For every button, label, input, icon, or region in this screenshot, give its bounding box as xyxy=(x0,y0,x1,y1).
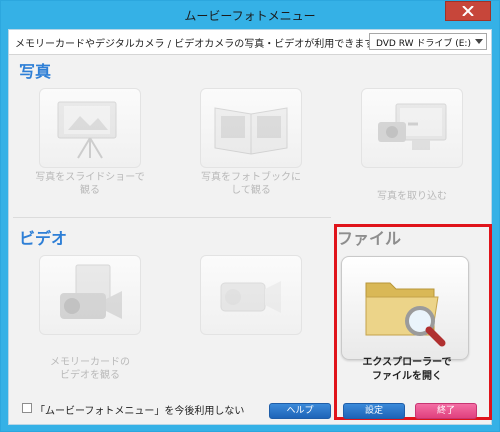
drive-bar: メモリーカードやデジタルカメラ / ビデオカメラの写真・ビデオが利用できます。ド… xyxy=(9,30,491,55)
video-section-title: ビデオ xyxy=(19,229,68,248)
import-photo-to-pc-icon xyxy=(378,103,447,150)
slideshow-tile[interactable] xyxy=(39,88,141,168)
memory-card-video-label-line2: ビデオを観る xyxy=(60,370,120,381)
video-camera-icon xyxy=(220,281,281,313)
close-icon xyxy=(462,6,474,16)
photo-section-title: 写真 xyxy=(19,62,52,81)
quit-button[interactable]: 終了 xyxy=(415,403,477,419)
highlight-box xyxy=(334,224,492,420)
chevron-down-icon xyxy=(475,39,483,44)
slideshow-label-line2: 観る xyxy=(80,185,100,196)
help-button[interactable]: ヘルプ xyxy=(269,403,331,419)
import-photo-label-line1: 写真を取り込む xyxy=(377,191,447,202)
slideshow-label: 写真をスライドショーで 観る xyxy=(20,171,160,197)
memory-card-video-label-line1: メモリーカードの xyxy=(50,357,130,368)
window-title: ムービーフォトメニュー xyxy=(184,9,316,23)
import-photo-tile[interactable] xyxy=(361,88,463,168)
slideshow-label-line1: 写真をスライドショーで xyxy=(35,172,145,183)
drive-dropdown[interactable]: DVD RW ドライブ (E:) xyxy=(369,33,487,50)
photobook-label-line1: 写真をフォトブックに xyxy=(201,172,301,183)
title-bar[interactable]: ムービーフォトメニュー xyxy=(1,1,499,29)
memory-card-video-camera-icon xyxy=(60,264,122,319)
memory-card-video-tile[interactable] xyxy=(39,255,141,335)
import-photo-label: 写真を取り込む xyxy=(342,190,482,203)
dont-use-checkbox[interactable] xyxy=(22,403,32,413)
dont-use-checkbox-label[interactable]: 「ムービーフォトメニュー」を今後利用しない xyxy=(35,402,244,417)
app-window: ムービーフォトメニュー メモリーカードやデジタルカメラ / ビデオカメラの写真・… xyxy=(0,0,500,432)
close-button[interactable] xyxy=(445,1,491,21)
photobook-label-line2: して観る xyxy=(231,185,271,196)
video-camera-tile[interactable] xyxy=(200,255,302,335)
slideshow-projector-icon xyxy=(57,101,117,159)
photo-book-icon xyxy=(214,107,288,155)
drive-selected-value: DVD RW ドライブ (E:) xyxy=(376,39,471,49)
memory-card-video-label: メモリーカードの ビデオを観る xyxy=(20,356,160,382)
photobook-tile[interactable] xyxy=(200,88,302,168)
settings-button[interactable]: 設定 xyxy=(343,403,405,419)
section-divider xyxy=(13,217,331,218)
photobook-label: 写真をフォトブックに して観る xyxy=(181,171,321,197)
client-area: メモリーカードやデジタルカメラ / ビデオカメラの写真・ビデオが利用できます。ド… xyxy=(8,29,492,425)
